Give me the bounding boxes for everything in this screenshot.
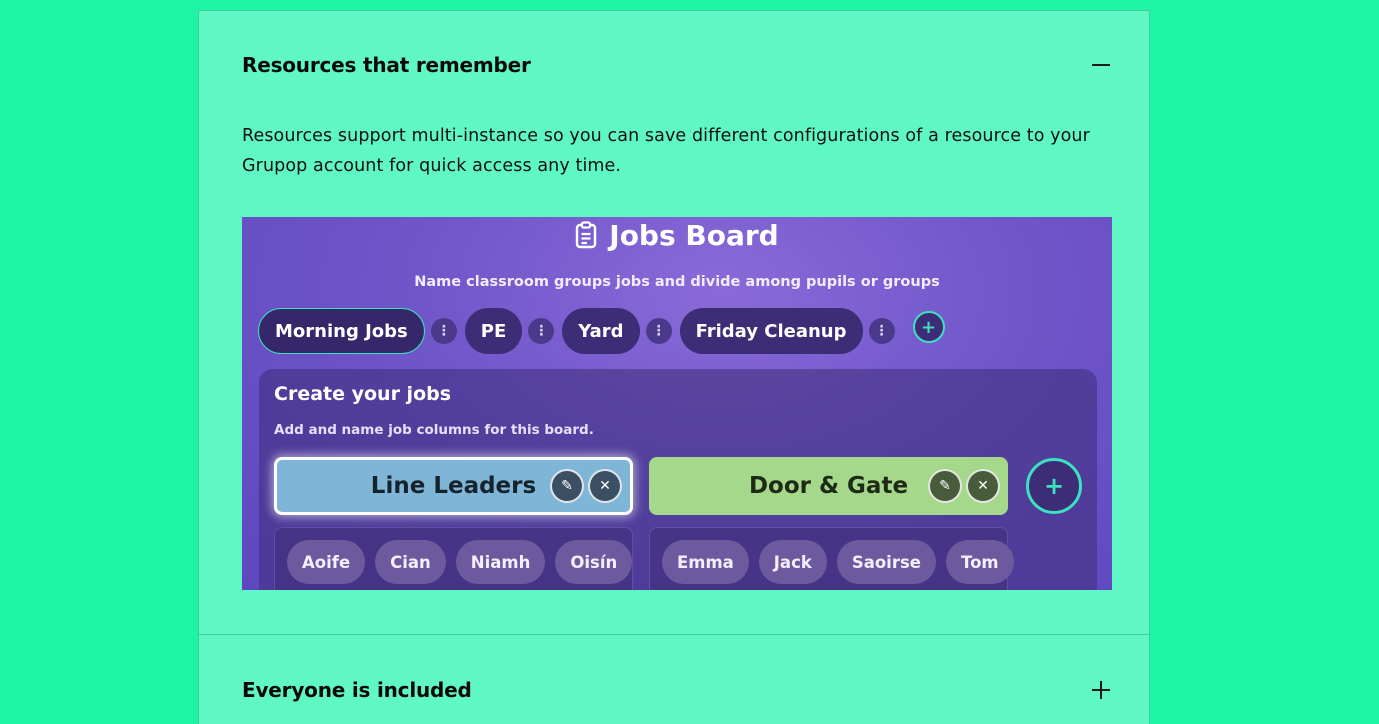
- faq-accordion: Resources that remember Resources suppor…: [198, 10, 1150, 724]
- pupil-chip[interactable]: Emma: [662, 540, 749, 584]
- plus-icon[interactable]: [1090, 679, 1112, 701]
- add-job-button[interactable]: +: [1026, 458, 1082, 514]
- clipboard-icon: [576, 221, 597, 249]
- job-name: Door & Gate: [748, 473, 909, 499]
- job-header[interactable]: Door & Gate ✎ ✕: [649, 457, 1008, 515]
- accordion-body-text: Resources support multi-instance so you …: [242, 126, 1090, 176]
- jobs-board-subtitle: Name classroom groups jobs and divide am…: [414, 274, 940, 290]
- pupil-list: Emma Jack Saoirse Tom: [649, 527, 1014, 590]
- pupil-chip[interactable]: Saoirse: [836, 540, 936, 584]
- pupil-chip[interactable]: Niamh: [455, 540, 546, 584]
- more-options-icon[interactable]: ⋮: [868, 318, 895, 344]
- pupil-chip[interactable]: Cian: [375, 540, 446, 584]
- jobs-board-screenshot: Jobs Board Name classroom groups jobs an…: [242, 217, 1112, 590]
- accordion-header-everyone[interactable]: Everyone is included: [242, 675, 1112, 705]
- edit-icon[interactable]: ✎: [928, 469, 962, 503]
- tab-pe[interactable]: PE: [464, 308, 523, 354]
- job-header[interactable]: Line Leaders ✎ ✕: [274, 457, 633, 515]
- pupil-chip[interactable]: Aoife: [287, 540, 366, 584]
- tab-morning-jobs[interactable]: Morning Jobs: [258, 308, 425, 354]
- more-options-icon[interactable]: ⋮: [430, 318, 457, 344]
- create-jobs-panel: Create your jobs Add and name job column…: [259, 369, 1097, 590]
- edit-icon[interactable]: ✎: [550, 469, 584, 503]
- close-icon[interactable]: ✕: [966, 469, 1000, 503]
- accordion-header-resources[interactable]: Resources that remember: [242, 50, 1112, 80]
- job-column-line-leaders: Line Leaders ✎ ✕ Aoife Cian Niamh Oisín: [274, 457, 633, 590]
- pupil-list: Aoife Cian Niamh Oisín: [274, 527, 633, 590]
- accordion-divider: [199, 634, 1149, 635]
- job-name: Line Leaders: [370, 473, 537, 499]
- pupil-chip[interactable]: Oisín: [555, 540, 633, 584]
- pupil-chip[interactable]: Jack: [758, 540, 827, 584]
- tab-yard[interactable]: Yard: [562, 308, 640, 354]
- pupil-chip[interactable]: Tom: [946, 540, 1014, 584]
- accordion-title[interactable]: Everyone is included: [242, 678, 472, 702]
- jobs-board-title-text: Jobs Board: [609, 218, 779, 252]
- more-options-icon[interactable]: ⋮: [645, 318, 672, 344]
- panel-title: Create your jobs: [274, 383, 452, 405]
- jobs-board-title: Jobs Board: [242, 217, 1112, 253]
- job-column-door-gate: Door & Gate ✎ ✕ Emma Jack Saoirse Tom: [649, 457, 1014, 590]
- more-options-icon[interactable]: ⋮: [528, 318, 555, 344]
- board-tabs: Morning Jobs ⋮ PE ⋮ Yard ⋮ Friday Cleanu…: [258, 307, 945, 355]
- panel-subtitle: Add and name job columns for this board.: [274, 422, 594, 438]
- close-icon[interactable]: ✕: [588, 469, 622, 503]
- add-board-button[interactable]: +: [912, 311, 945, 343]
- accordion-title[interactable]: Resources that remember: [242, 53, 531, 77]
- tab-friday-cleanup[interactable]: Friday Cleanup: [679, 308, 863, 354]
- minus-icon[interactable]: [1090, 54, 1112, 76]
